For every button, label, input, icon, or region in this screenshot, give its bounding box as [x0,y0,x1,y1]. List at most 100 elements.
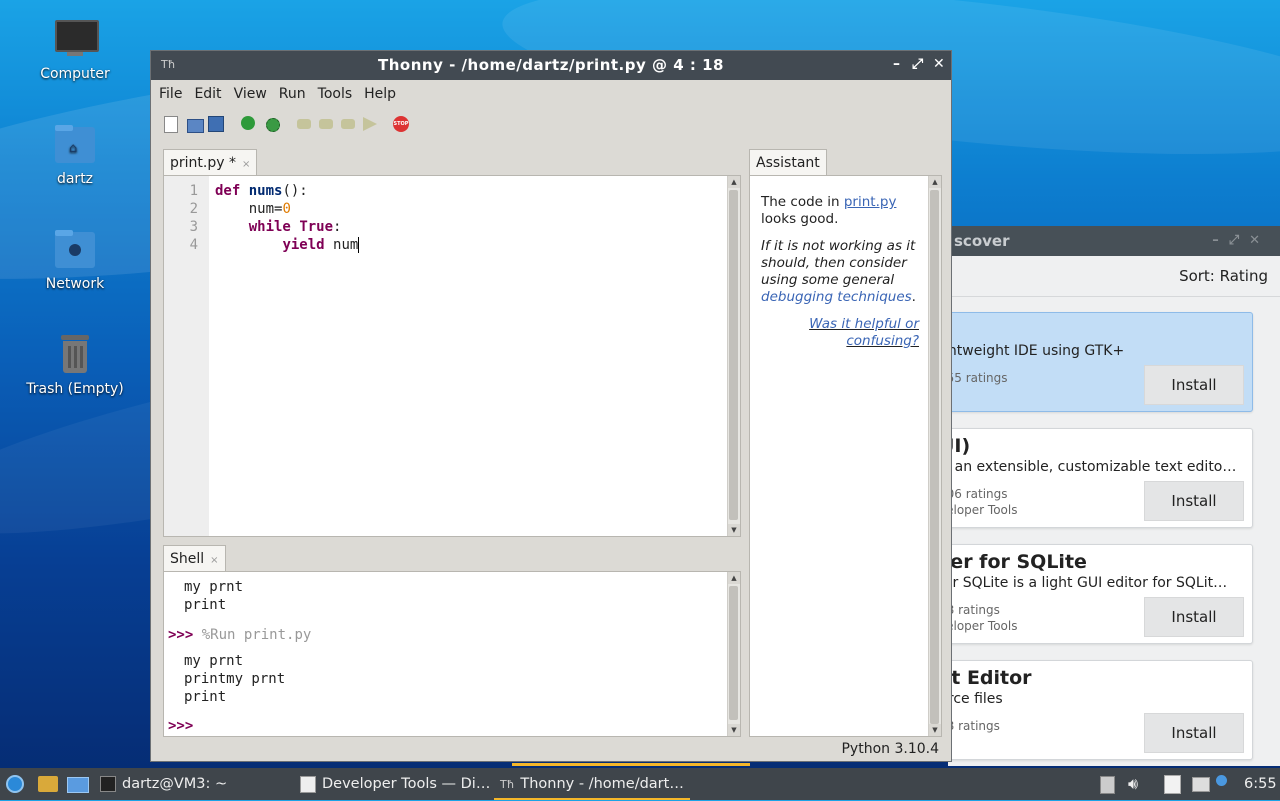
scrollbar-thumb[interactable] [930,190,939,724]
window-title: Thonny - /home/dartz/print.py @ 4 : 18 [378,56,724,74]
tray-clipboard-icon[interactable] [1164,768,1181,800]
install-button[interactable]: Install [1144,365,1244,405]
assistant-hint: If it is not working as it should, then … [761,238,921,306]
volume-icon[interactable]: 🔊︎ [1128,768,1138,800]
app-card[interactable]: xt Editor urce files 18 ratings Install [948,660,1253,760]
shell-run-command: %Run print.py [201,627,312,643]
shell-line: print [184,689,227,705]
scroll-down-icon[interactable]: ▼ [728,724,740,736]
desktop-icon-label: Computer [40,66,110,82]
editor-scrollbar[interactable]: ▲ ▼ [727,176,740,536]
code-line: while True: [248,219,342,235]
tray-update-icon[interactable] [1100,768,1115,800]
assistant-text: The code in [761,194,844,210]
show-desktop-icon[interactable] [67,768,89,800]
stop-icon[interactable]: STOP [393,116,409,132]
resume-icon[interactable] [363,116,379,132]
menu-run[interactable]: Run [273,86,312,102]
tray-network-icon[interactable] [1192,768,1210,800]
feedback-link-line[interactable]: Was it helpful or [809,316,919,332]
run-icon[interactable] [241,116,257,132]
close-button[interactable]: ✕ [933,56,945,72]
maximize-button[interactable]: ⤢ [912,56,923,72]
tab-shell[interactable]: Shell × [163,545,226,572]
line-number: 3 [189,219,198,235]
debugging-techniques-link[interactable]: debugging techniques [761,289,912,305]
desktop-icon-home[interactable]: ⌂ dartz [20,123,130,187]
application-menu-icon[interactable] [6,768,24,800]
scrollbar-thumb[interactable] [729,586,738,720]
menu-edit[interactable]: Edit [188,86,227,102]
taskbar-item-label: Thonny - /home/dart… [520,776,684,792]
assistant-text: . [911,289,916,305]
discover-titlebar: scover –⤢✕ [948,226,1280,256]
code-editor[interactable]: 1 2 3 4 def nums(): num=0 while True: yi… [163,175,741,537]
taskbar-item-terminal[interactable]: dartz@VM3: ~ [100,768,227,800]
shell-scrollbar[interactable]: ▲ ▼ [727,572,740,736]
tab-close-icon[interactable]: × [242,159,250,170]
scroll-up-icon[interactable]: ▲ [728,176,740,188]
progress-indicator [512,763,750,766]
install-button[interactable]: Install [1144,597,1244,637]
step-into-icon[interactable] [319,116,335,132]
tab-print-py[interactable]: print.py * × [163,149,258,176]
taskbar-item-discover[interactable]: Developer Tools — Di… [300,768,490,800]
line-number: 4 [189,237,198,253]
titlebar[interactable]: Tħ Thonny - /home/dartz/print.py @ 4 : 1… [151,51,951,80]
shell-panel[interactable]: my prnt print >>> %Run print.py my prnt … [163,571,741,737]
assistant-scrollbar[interactable]: ▲ ▼ [928,176,941,736]
tab-close-icon[interactable]: × [210,555,218,566]
step-over-icon[interactable] [297,116,313,132]
install-button[interactable]: Install [1144,713,1244,753]
menu-view[interactable]: View [228,86,273,102]
app-card-category: veloper Tools [948,503,1018,517]
tab-assistant[interactable]: Assistant [749,149,827,176]
line-number: 1 [189,183,198,199]
discover-window: scover –⤢✕ Sort: Rating ghtweight IDE us… [948,226,1280,766]
home-folder-icon: ⌂ [53,123,97,165]
feedback-link-line[interactable]: confusing? [846,333,919,349]
debug-icon[interactable] [264,116,280,132]
step-out-icon[interactable] [341,116,357,132]
app-card-description: is an extensible, customizable text edit… [948,459,1237,475]
app-card[interactable]: ghtweight IDE using GTK+ 155 ratings Ins… [948,312,1253,412]
monitor-icon [53,18,99,60]
clock[interactable]: 6:55 [1244,768,1277,800]
new-file-icon[interactable] [164,116,180,133]
sort-dropdown[interactable]: Sort: Rating [948,256,1280,297]
taskbar-item-thonny[interactable]: Tħ Thonny - /home/dart… [494,768,690,800]
discover-window-controls[interactable]: –⤢✕ [1212,226,1270,256]
shell-prompt: >>> [168,627,194,643]
python-version-status[interactable]: Python 3.10.4 [841,741,939,757]
discover-icon [300,775,316,793]
desktop-icon-network[interactable]: Network [20,228,130,292]
app-card-category: veloper Tools [948,619,1018,633]
scroll-down-icon[interactable]: ▼ [929,724,941,736]
file-link[interactable]: print.py [844,194,897,210]
app-card[interactable]: ser for SQLite for SQLite is a light GUI… [948,544,1253,644]
scroll-up-icon[interactable]: ▲ [929,176,941,188]
shell-command-line: >>> %Run print.py [168,627,311,643]
trash-icon [53,333,97,375]
file-manager-icon[interactable] [38,768,58,800]
minimize-button[interactable]: – [893,56,900,72]
desktop-icon-label: dartz [56,171,94,187]
open-file-icon[interactable] [187,116,204,133]
feedback-link[interactable]: Was it helpful or confusing? [761,316,919,350]
menu-tools[interactable]: Tools [312,86,359,102]
app-card-ratings: 88 ratings [948,603,1000,617]
desktop-icon-trash[interactable]: Trash (Empty) [20,333,130,397]
app-card-ratings: 18 ratings [948,719,1000,733]
desktop-icon-computer[interactable]: Computer [20,18,130,82]
menu-file[interactable]: File [153,86,188,102]
install-button[interactable]: Install [1144,481,1244,521]
app-card[interactable]: UI) is an extensible, customizable text … [948,428,1253,528]
shell-input-prompt[interactable]: >>> [168,718,193,734]
scroll-up-icon[interactable]: ▲ [728,572,740,584]
scroll-down-icon[interactable]: ▼ [728,524,740,536]
tray-info-icon[interactable] [1216,768,1227,800]
save-file-icon[interactable] [208,116,224,132]
desktop-icon-label: Network [45,276,105,292]
menu-help[interactable]: Help [358,86,402,102]
scrollbar-thumb[interactable] [729,190,738,520]
